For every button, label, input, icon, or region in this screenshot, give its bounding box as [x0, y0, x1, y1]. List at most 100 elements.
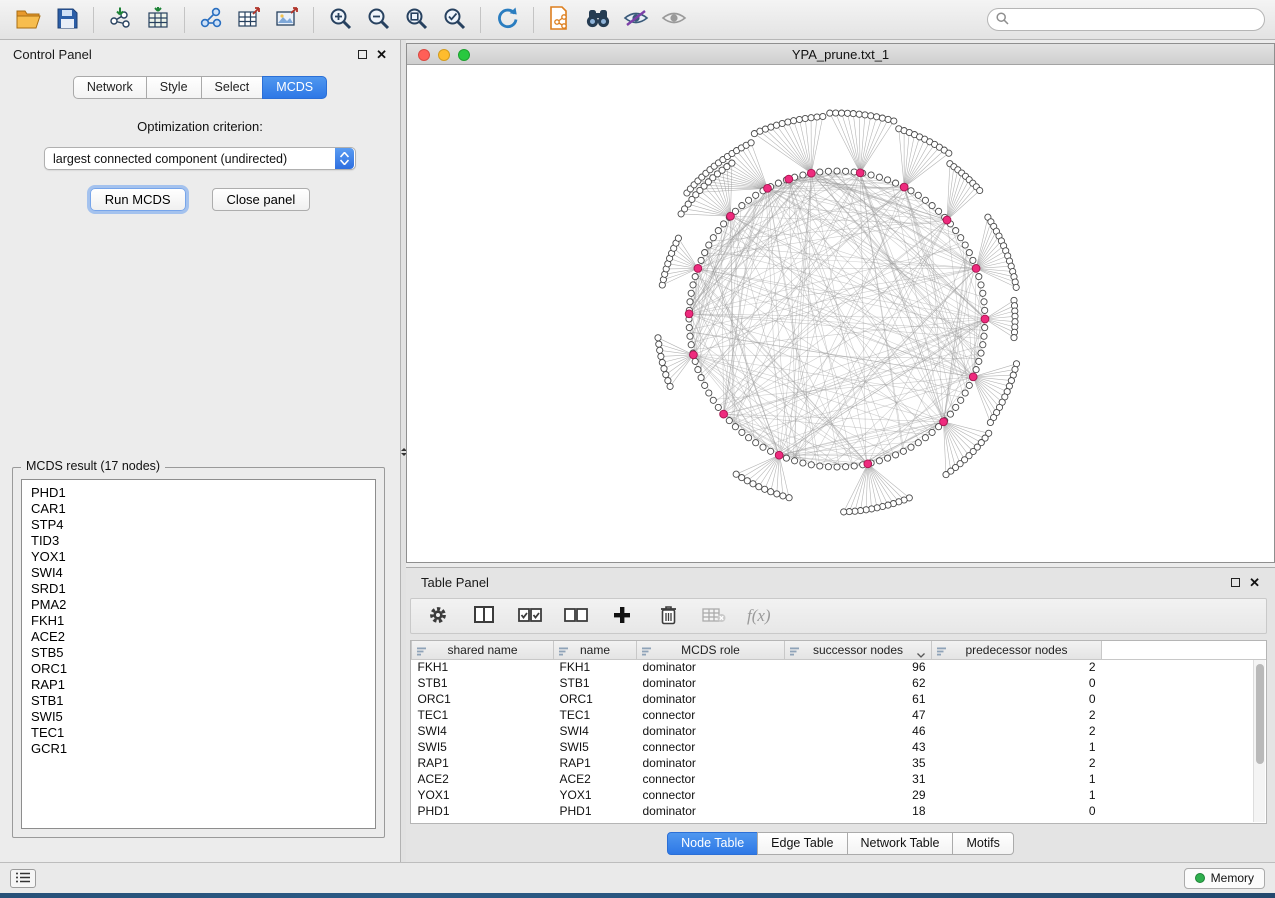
network-node[interactable] [732, 424, 738, 430]
network-node[interactable] [687, 299, 693, 305]
mcds-result-item[interactable]: FKH1 [31, 613, 375, 629]
memory-button[interactable]: Memory [1184, 868, 1265, 889]
mcds-result-item[interactable]: ACE2 [31, 629, 375, 645]
network-node[interactable] [915, 440, 921, 446]
network-node[interactable] [958, 235, 964, 241]
network-hub-node[interactable] [685, 310, 693, 318]
network-node[interactable] [688, 290, 694, 296]
search-input[interactable] [1015, 12, 1256, 28]
import-network-button[interactable] [101, 4, 139, 36]
network-node[interactable] [868, 113, 874, 119]
network-node[interactable] [744, 478, 750, 484]
network-node[interactable] [973, 367, 979, 373]
network-node[interactable] [739, 429, 745, 435]
network-node[interactable] [785, 119, 791, 125]
network-node[interactable] [922, 435, 928, 441]
network-node[interactable] [966, 250, 972, 256]
float-panel-icon[interactable] [1231, 578, 1240, 587]
network-node[interactable] [900, 448, 906, 454]
network-node[interactable] [665, 378, 671, 384]
global-search-field[interactable] [987, 8, 1265, 31]
close-panel-button[interactable]: Close panel [212, 188, 311, 211]
mcds-result-item[interactable]: GCR1 [31, 741, 375, 757]
delete-table-button[interactable] [701, 603, 727, 629]
refresh-layout-button[interactable] [488, 4, 526, 36]
optimization-criterion-select[interactable]: largest connected component (undirected) [44, 147, 356, 170]
run-mcds-button[interactable]: Run MCDS [90, 188, 186, 211]
network-hub-node[interactable] [864, 460, 872, 468]
show-columns-button[interactable] [471, 603, 497, 629]
network-node[interactable] [976, 274, 982, 280]
deselect-all-rows-button[interactable] [563, 603, 589, 629]
network-node[interactable] [792, 458, 798, 464]
network-hub-node[interactable] [727, 212, 735, 220]
network-node[interactable] [825, 168, 831, 174]
network-node[interactable] [690, 282, 696, 288]
network-node[interactable] [756, 484, 762, 490]
network-hub-node[interactable] [969, 373, 977, 381]
network-node[interactable] [834, 168, 840, 174]
float-panel-icon[interactable] [358, 50, 367, 59]
network-node[interactable] [962, 390, 968, 396]
delete-column-button[interactable] [655, 603, 681, 629]
find-button[interactable] [579, 4, 617, 36]
tab-motifs[interactable]: Motifs [952, 832, 1013, 855]
network-node[interactable] [808, 462, 814, 468]
network-node[interactable] [929, 429, 935, 435]
network-hub-node[interactable] [720, 410, 728, 418]
table-scrollbar-thumb[interactable] [1256, 664, 1264, 764]
network-node[interactable] [695, 367, 701, 373]
network-node[interactable] [839, 110, 845, 116]
network-node[interactable] [786, 495, 792, 501]
window-close-icon[interactable] [418, 49, 430, 61]
network-node[interactable] [879, 115, 885, 121]
column-header-name[interactable]: name [554, 641, 637, 659]
network-canvas[interactable] [407, 65, 1274, 562]
network-hub-node[interactable] [807, 169, 815, 177]
network-node[interactable] [762, 486, 768, 492]
network-node[interactable] [706, 390, 712, 396]
mcds-result-list[interactable]: PHD1CAR1STP4TID3YOX1SWI4SRD1PMA2FKH1ACE2… [21, 479, 376, 829]
window-minimize-icon[interactable] [438, 49, 450, 61]
network-node[interactable] [739, 203, 745, 209]
network-node[interactable] [661, 366, 667, 372]
mcds-result-item[interactable]: TID3 [31, 533, 375, 549]
network-node[interactable] [808, 115, 814, 121]
function-builder-button[interactable]: f(x) [747, 606, 771, 626]
panel-menu-button[interactable] [10, 869, 36, 888]
network-node[interactable] [980, 290, 986, 296]
create-column-button[interactable] [609, 603, 635, 629]
network-node[interactable] [729, 160, 735, 166]
network-window-titlebar[interactable]: YPA_prune.txt_1 [407, 44, 1274, 65]
tab-mcds[interactable]: MCDS [262, 76, 327, 99]
network-node[interactable] [655, 335, 661, 341]
network-node[interactable] [663, 372, 669, 378]
network-node[interactable] [844, 110, 850, 116]
network-node[interactable] [946, 150, 952, 156]
network-node[interactable] [686, 325, 692, 331]
network-node[interactable] [753, 440, 759, 446]
network-node[interactable] [800, 172, 806, 178]
network-node[interactable] [773, 122, 779, 128]
network-node[interactable] [980, 342, 986, 348]
network-node[interactable] [893, 452, 899, 458]
window-zoom-icon[interactable] [458, 49, 470, 61]
network-node[interactable] [987, 419, 993, 425]
network-node[interactable] [656, 341, 662, 347]
network-node[interactable] [726, 418, 732, 424]
network-node[interactable] [800, 460, 806, 466]
network-node[interactable] [862, 112, 868, 118]
tab-network[interactable]: Network [73, 76, 147, 99]
network-node[interactable] [779, 120, 785, 126]
tab-select[interactable]: Select [201, 76, 264, 99]
zoom-in-button[interactable] [321, 4, 359, 36]
open-file-button[interactable] [10, 4, 48, 36]
mcds-result-item[interactable]: STB5 [31, 645, 375, 661]
network-node[interactable] [976, 358, 982, 364]
network-node[interactable] [688, 342, 694, 348]
mcds-result-item[interactable]: RAP1 [31, 677, 375, 693]
column-header-shared-name[interactable]: shared name [412, 641, 554, 659]
mcds-result-item[interactable]: TEC1 [31, 725, 375, 741]
table-scrollbar[interactable] [1253, 660, 1265, 822]
network-node[interactable] [1011, 335, 1017, 341]
